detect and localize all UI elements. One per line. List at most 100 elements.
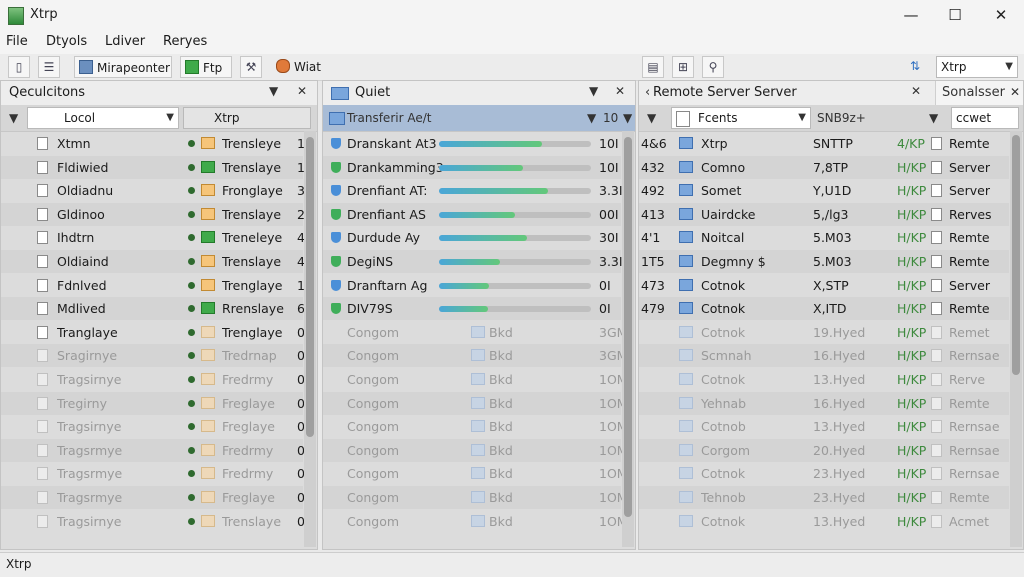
queue-row[interactable]: Congom Bkd 1OM — [323, 391, 628, 415]
table-row[interactable]: Tehnob 23.Hyed H/KP Remte — [639, 486, 1009, 509]
tree-icon — [188, 187, 195, 195]
close-button[interactable]: ✕ — [986, 4, 1016, 26]
scroll-thumb[interactable] — [306, 137, 314, 437]
folder-icon — [471, 491, 485, 503]
panel-close-icon[interactable]: ✕ — [615, 84, 625, 98]
local-target-select[interactable]: Xtrp — [183, 107, 311, 129]
sort-arrows-icon[interactable]: ⇅ — [904, 56, 926, 78]
table-row[interactable]: Tragsrmye Freglaye 0 — [1, 486, 305, 509]
tab-close-icon[interactable]: ✕ — [1010, 85, 1020, 99]
minimize-button[interactable]: — — [896, 4, 926, 26]
menu-ldiver[interactable]: Ldiver — [105, 34, 145, 49]
site-select[interactable]: Xtrp ▼ — [936, 56, 1018, 78]
chevron-down-icon[interactable]: ▼ — [929, 111, 938, 125]
remote-name: Cotnok — [701, 466, 746, 482]
queue-row[interactable]: Drenfiant AS 00I — [323, 202, 621, 226]
queue-row[interactable]: Congom Bkd 3GM — [323, 321, 627, 344]
table-row[interactable]: 4'1 Noitcal 5.M03 H/KP Remte — [639, 226, 1009, 249]
menu-file[interactable]: File — [6, 34, 28, 49]
remote-flag: 4/KP — [897, 136, 925, 151]
table-row[interactable]: Corgom 20.Hyed H/KP Rernsae — [639, 438, 1009, 462]
queue-row[interactable]: Congom Bkd 1OM — [323, 462, 628, 485]
globe-icon — [276, 59, 290, 73]
table-row[interactable]: Cotnok 13.Hyed H/KP Acmet — [639, 510, 1009, 533]
queue-row[interactable]: Congom Bkd 3GM — [323, 344, 627, 368]
queue-row[interactable]: Dranftarn Ag 0I — [323, 274, 621, 297]
queue-row[interactable]: DegiNS 3.3I — [323, 250, 623, 273]
progress-bar — [439, 235, 591, 242]
new-file-icon[interactable]: ▯ — [8, 56, 30, 78]
table-row[interactable]: Yehnab 16.Hyed H/KP Remte — [639, 391, 1009, 415]
local-scrollbar[interactable] — [304, 131, 316, 547]
table-row[interactable]: Cotnok 23.Hyed H/KP Rernsae — [639, 462, 1009, 485]
table-row[interactable]: Tragsrmye Fredrmy 0 — [1, 438, 305, 462]
table-row[interactable]: Sragirnye Tredrnap 0 — [1, 344, 305, 368]
table-row[interactable]: Tregirny Freglaye 0 — [1, 391, 305, 415]
queue-row[interactable]: Drenfiant AT: 3.3I — [323, 179, 623, 202]
table-row[interactable]: Tragsirnye Freglaye 0 — [1, 415, 305, 438]
table-row[interactable]: Cotnok 13.Hyed H/KP Rerve — [639, 368, 1009, 391]
table-row[interactable]: Scmnah 16.Hyed H/KP Rernsae — [639, 344, 1009, 368]
table-row[interactable]: 4&6 Xtrp SNTTP 4/KP Remte — [639, 132, 1009, 155]
remote-scrollbar[interactable] — [1010, 131, 1022, 547]
chevron-down-icon[interactable]: ▼ — [623, 111, 632, 125]
table-row[interactable]: Fldiwied Trenslaye 1 — [1, 155, 305, 179]
panel-close-icon[interactable]: ✕ — [297, 84, 307, 98]
chevron-down-icon[interactable]: ▼ — [587, 111, 596, 125]
table-row[interactable]: 432 Comno 7,8TP H/KP Server — [639, 155, 1009, 179]
scroll-thumb[interactable] — [624, 137, 632, 517]
ftp-button[interactable]: Ftp — [180, 56, 232, 78]
file-icon — [931, 255, 942, 268]
table-row[interactable]: 1T5 Degmny $ 5.M03 H/KP Remte — [639, 250, 1009, 273]
chevron-left-icon[interactable]: ‹ — [645, 85, 650, 100]
remote-path-select[interactable]: Fcents ▼ — [671, 107, 811, 129]
table-row[interactable]: Mdlived Rrenslaye 6 — [1, 297, 305, 321]
grid-icon[interactable]: ⊞ — [672, 56, 694, 78]
local-path-select[interactable]: Locol ▼ — [27, 107, 179, 129]
panel-menu-icon[interactable]: ▼ — [589, 84, 598, 98]
queue-row[interactable]: Congom Bkd 1OM — [323, 415, 628, 438]
queue-row[interactable]: Congom Bkd 1OM — [323, 486, 628, 509]
table-row[interactable]: 473 Cotnok X,STP H/KP Server — [639, 274, 1009, 297]
table-row[interactable]: Gldinoo Trenslaye 2 — [1, 202, 305, 226]
queue-row[interactable]: Congom Bkd 1OM — [323, 368, 628, 391]
remote-filter-input[interactable]: ccwet — [951, 107, 1019, 129]
wait-button[interactable]: Wiat — [272, 56, 324, 78]
collapse-icon[interactable]: ▼ — [647, 111, 656, 125]
queue-row[interactable]: Congom Bkd 1OM — [323, 510, 628, 533]
panel-close-icon[interactable]: ✕ — [911, 84, 921, 98]
table-row[interactable]: Tragsirnye Trenslaye 0 — [1, 510, 305, 533]
queue-row[interactable]: Durdude Ay 30I — [323, 226, 621, 249]
mirror-button[interactable]: Mirapeonter — [74, 56, 172, 78]
tab-sonalsser[interactable]: Sonalsser ✕ — [935, 81, 1023, 105]
table-row[interactable]: 479 Cotnok X,ITD H/KP Remte — [639, 297, 1009, 321]
table-row[interactable]: Xtmn Trensleye 1 — [1, 132, 305, 155]
table-row[interactable]: Oldiadnu Fronglaye 3 — [1, 179, 305, 202]
queue-row[interactable]: DIV79S 0I — [323, 297, 621, 321]
queue-row[interactable]: Congom Bkd 1OM — [323, 438, 628, 462]
scroll-thumb[interactable] — [1012, 135, 1020, 375]
table-row[interactable]: Cotnob 13.Hyed H/KP Rernsae — [639, 415, 1009, 438]
table-row[interactable]: 492 Somet Y,U1D H/KP Server — [639, 179, 1009, 202]
table-row[interactable]: Ihdtrn Treneleye 4 — [1, 226, 305, 249]
transfer-name: Congom — [347, 419, 400, 435]
table-row[interactable]: 413 Uairdcke 5,/lg3 H/KP Rerves — [639, 202, 1009, 226]
menu-reryes[interactable]: Reryes — [163, 34, 207, 49]
queue-scrollbar[interactable] — [622, 131, 634, 547]
server-icon[interactable]: ▤ — [642, 56, 664, 78]
table-row[interactable]: Tragsrmye Fredrmy 0 — [1, 462, 305, 485]
search-icon[interactable]: ⚲ — [702, 56, 724, 78]
table-row[interactable]: Tranglaye Trenglaye 0 — [1, 321, 305, 344]
list-icon[interactable]: ☰ — [38, 56, 60, 78]
tools-icon[interactable]: ⚒ — [240, 56, 262, 78]
panel-menu-icon[interactable]: ▼ — [269, 84, 278, 98]
collapse-icon[interactable]: ▼ — [9, 111, 18, 125]
table-row[interactable]: Cotnok 19.Hyed H/KP Remet — [639, 321, 1009, 344]
maximize-button[interactable]: ☐ — [940, 4, 970, 26]
menu-dtyols[interactable]: Dtyols — [46, 34, 87, 49]
queue-row[interactable]: Drankamming3 10I — [323, 155, 621, 179]
table-row[interactable]: Fdnlved Trenglaye 1 — [1, 274, 305, 297]
queue-row[interactable]: Dranskant At3 10I — [323, 132, 621, 155]
table-row[interactable]: Oldiaind Trenslaye 4 — [1, 250, 305, 273]
table-row[interactable]: Tragsirnye Fredrmy 0 — [1, 368, 305, 391]
